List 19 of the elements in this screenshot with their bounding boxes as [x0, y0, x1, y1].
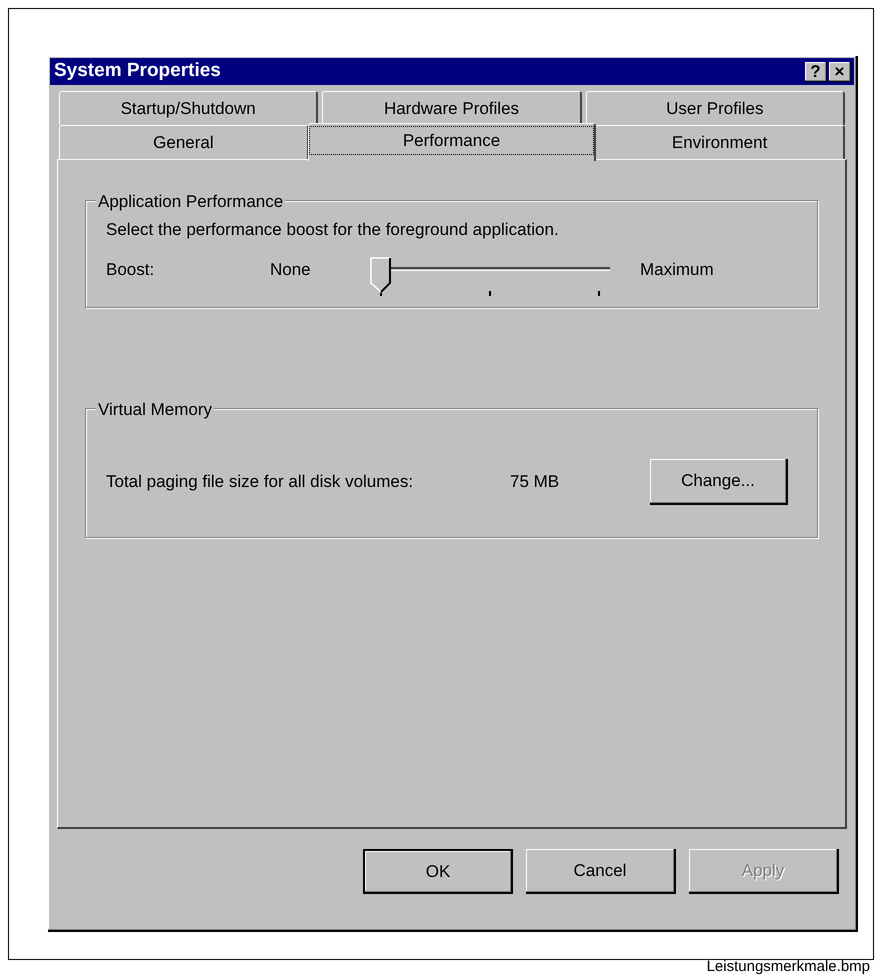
dialog-button[interactable]: Cancel — [526, 849, 676, 894]
tab[interactable]: Environment — [595, 125, 846, 159]
description-text: Select the performance boost for the foreground application. — [106, 219, 560, 241]
max-label: Maximum — [640, 258, 714, 280]
image-caption: Leistungsmerkmale.bmp — [706, 957, 870, 977]
window-title: System Properties — [54, 59, 221, 84]
paging-size-value: 75 MB — [510, 470, 560, 493]
tab[interactable]: Performance — [308, 123, 596, 161]
tab[interactable]: User Profiles — [586, 91, 845, 125]
boost-label: Boost: — [106, 258, 156, 280]
dialog-button[interactable]: OK — [363, 849, 513, 894]
close-button[interactable]: × — [829, 62, 851, 82]
change-button[interactable]: Change... — [650, 458, 788, 504]
tab[interactable]: General — [59, 125, 309, 159]
min-label: None — [270, 258, 312, 280]
paging-size-label: Total paging file size for all disk volumes: — [106, 470, 414, 493]
help-button[interactable]: ? — [805, 62, 827, 82]
tab[interactable]: Hardware Profiles — [322, 91, 582, 125]
tab[interactable]: Startup/Shutdown — [59, 91, 318, 125]
